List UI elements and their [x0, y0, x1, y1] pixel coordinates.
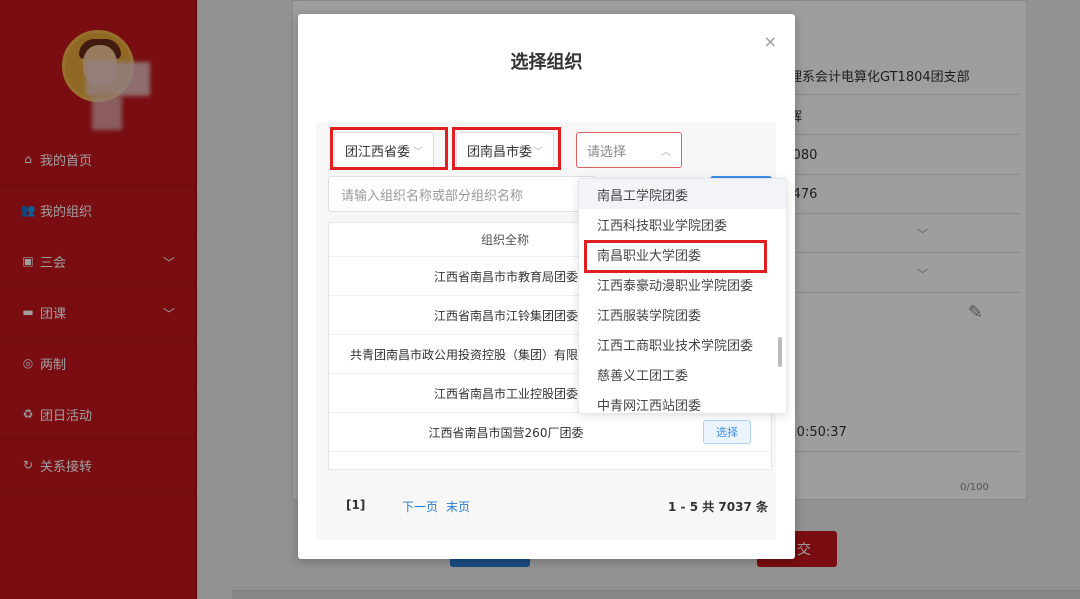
current-page: [1]	[346, 498, 366, 512]
highlight-dropdown-option	[584, 240, 767, 273]
next-page-link[interactable]: 下一页	[402, 498, 438, 515]
dropdown-option[interactable]: 江西服装学院团委	[579, 299, 786, 329]
modal-title: 选择组织	[510, 52, 583, 73]
pagination: [1] 下一页 末页 1 - 5 共 7037 条	[316, 498, 776, 522]
dropdown-scrollbar[interactable]	[778, 337, 782, 367]
highlight-city	[452, 127, 561, 170]
dropdown-option[interactable]: 慈善义工团工委	[579, 359, 786, 389]
dropdown-option[interactable]: 南昌工学院团委	[579, 179, 786, 209]
highlight-province	[330, 127, 448, 170]
total-count: 1 - 5 共 7037 条	[668, 500, 768, 514]
org-name-cell: 江西省南昌市国营260厂团委	[428, 425, 584, 440]
chevron-up-icon: ︿	[661, 147, 671, 158]
third-level-select[interactable]: 请选择 ︿	[576, 132, 682, 168]
close-icon[interactable]: ×	[764, 32, 777, 51]
dropdown-option[interactable]: 江西工商职业技术学院团委	[579, 329, 786, 359]
select-row-button[interactable]: 选择	[703, 420, 751, 444]
dropdown-option[interactable]: 江西科技职业学院团委	[579, 209, 786, 239]
org-dropdown: 南昌工学院团委 江西科技职业学院团委 南昌职业大学团委 江西泰豪动漫职业学院团委…	[578, 178, 787, 414]
last-page-link[interactable]: 末页	[446, 498, 470, 515]
dropdown-option[interactable]: 江西泰豪动漫职业学院团委	[579, 269, 786, 299]
dropdown-option[interactable]: 中青网江西站团委	[579, 389, 786, 414]
search-placeholder: 请输入组织名称或部分组织名称	[341, 188, 524, 204]
third-select-placeholder: 请选择	[587, 144, 627, 160]
table-row: 江西省南昌市国营260厂团委 选择	[329, 413, 771, 452]
org-search-input[interactable]: 请输入组织名称或部分组织名称	[328, 176, 596, 212]
